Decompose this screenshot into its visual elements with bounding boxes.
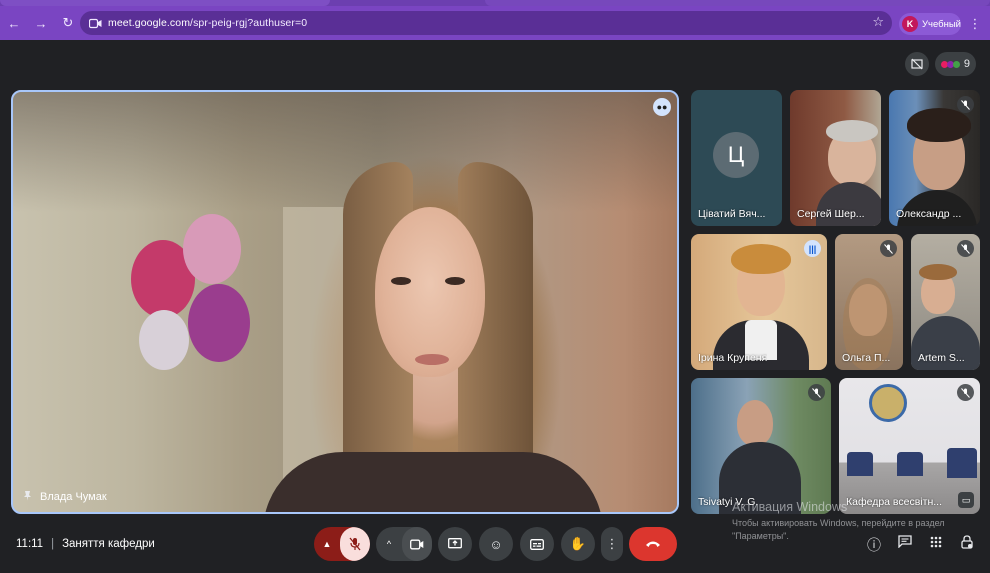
profile-avatar: K [902, 16, 918, 32]
browser-toolbar: ← → ↻ meet.google.com/spr-peig-rgj?authu… [0, 6, 990, 40]
captions-button[interactable] [520, 527, 554, 561]
participant-name: Ірина Крупеня [698, 352, 768, 364]
bookmark-star-icon[interactable]: ☆ [872, 14, 884, 30]
profile-name: Учебный [922, 18, 961, 30]
muted-mic-icon [957, 96, 974, 113]
mic-off-button[interactable] [340, 527, 370, 561]
forward-arrow-icon[interactable]: → [28, 10, 54, 36]
participant-tile[interactable]: ||| Ірина Крупеня [691, 234, 827, 370]
participant-avatar: Ц [713, 132, 759, 178]
people-button[interactable]: 9 [934, 52, 976, 76]
microphone-control: ▲ [314, 527, 370, 561]
participant-tile[interactable]: Tsivatyi V. G. [691, 378, 831, 514]
person-face [375, 207, 485, 377]
reactions-emoji-icon[interactable]: ☺ [479, 527, 513, 561]
participant-tile[interactable]: Сергей Шер... [790, 90, 881, 226]
balloon-image [188, 284, 250, 362]
participant-count: 9 [963, 58, 970, 70]
address-bar[interactable]: meet.google.com/spr-peig-rgj?authuser=0 … [80, 11, 892, 35]
participant-name: Ольга П... [842, 352, 891, 364]
participant-tile[interactable]: Artem S... [911, 234, 980, 370]
watermark-text-2: "Параметры". [732, 531, 789, 541]
participant-name: Artem S... [918, 352, 965, 364]
participant-tile[interactable]: Ц Ціватий Вяч... [691, 90, 782, 226]
muted-mic-icon [957, 384, 974, 401]
leave-call-button[interactable] [629, 527, 677, 561]
main-participant-name: Влада Чумак [23, 490, 107, 504]
room-chair [897, 452, 923, 476]
participant-name: Олександр ... [896, 208, 962, 220]
mic-options-chevron-icon[interactable]: ▲ [314, 527, 340, 561]
participant-video-hair [907, 108, 971, 142]
present-screen-button[interactable] [438, 527, 472, 561]
main-video-tile[interactable]: ●● Влада Чумак [11, 90, 679, 514]
participant-tile[interactable]: Кафедра всесвітн... ▭ [839, 378, 980, 514]
current-time: 11:11 [16, 538, 44, 550]
balloon-image [183, 214, 241, 284]
person-eye [391, 277, 411, 285]
room-chair [847, 452, 873, 476]
person-body [263, 452, 603, 512]
pin-icon [23, 490, 32, 504]
participant-video-hair [919, 264, 957, 280]
participant-tile[interactable]: Олександр ... [889, 90, 980, 226]
camera-options-chevron-icon[interactable]: ^ [376, 527, 402, 561]
meet-window: ← → ↻ meet.google.com/spr-peig-rgj?authu… [0, 0, 990, 573]
speaking-indicator-icon: ||| [804, 240, 821, 257]
room-chair [947, 448, 977, 478]
more-options-vertical-icon[interactable]: ⋮ [601, 527, 623, 561]
screen-share-icon: ▭ [958, 492, 974, 508]
profile-chip[interactable]: K Учебный [899, 13, 961, 35]
main-participant-label: Влада Чумак [40, 491, 107, 503]
site-info-icon[interactable] [88, 16, 102, 30]
browser-menu-icon[interactable]: ⋮ [968, 16, 982, 32]
url-host: meet.google.com [108, 17, 191, 29]
layout-icon[interactable] [904, 52, 929, 76]
watermark-title: Активация Windows [732, 500, 848, 514]
participant-tile[interactable]: Ольга П... [835, 234, 903, 370]
people-avatars-icon [940, 60, 960, 68]
participant-video-face [737, 400, 773, 446]
windows-activation-watermark: Активация Windows Чтобы активировать Win… [732, 500, 945, 543]
muted-mic-icon [808, 384, 825, 401]
person-lips [415, 354, 449, 365]
reload-icon[interactable]: ↻ [55, 10, 81, 36]
url-text: meet.google.com/spr-peig-rgj?authuser=0 [108, 17, 307, 29]
host-controls-lock-icon[interactable] [957, 535, 977, 552]
department-emblem-image [869, 384, 907, 422]
raise-hand-icon[interactable]: ✋ [561, 527, 595, 561]
meeting-title: Заняття кафедри [62, 538, 155, 550]
watermark-text: Чтобы активировать Windows, перейдите в … [732, 518, 945, 528]
muted-mic-icon [880, 240, 897, 257]
camera-control: ^ [376, 527, 432, 561]
participant-name: Сергей Шер... [797, 208, 865, 220]
back-arrow-icon[interactable]: ← [1, 10, 27, 36]
url-path: /spr-peig-rgj?authuser=0 [190, 17, 308, 29]
meeting-info: 11:11 | Заняття кафедри [16, 538, 155, 550]
participant-video-hair [731, 244, 791, 274]
meet-top-controls: 9 [904, 52, 976, 76]
person-eye [445, 277, 465, 285]
muted-mic-icon [957, 240, 974, 257]
camera-button[interactable] [402, 527, 432, 561]
participant-video-hair [826, 120, 878, 142]
more-options-icon[interactable]: ●● [653, 98, 671, 116]
separator: | [51, 538, 55, 550]
balloon-image [139, 310, 189, 370]
participant-name: Ціватий Вяч... [698, 208, 766, 220]
